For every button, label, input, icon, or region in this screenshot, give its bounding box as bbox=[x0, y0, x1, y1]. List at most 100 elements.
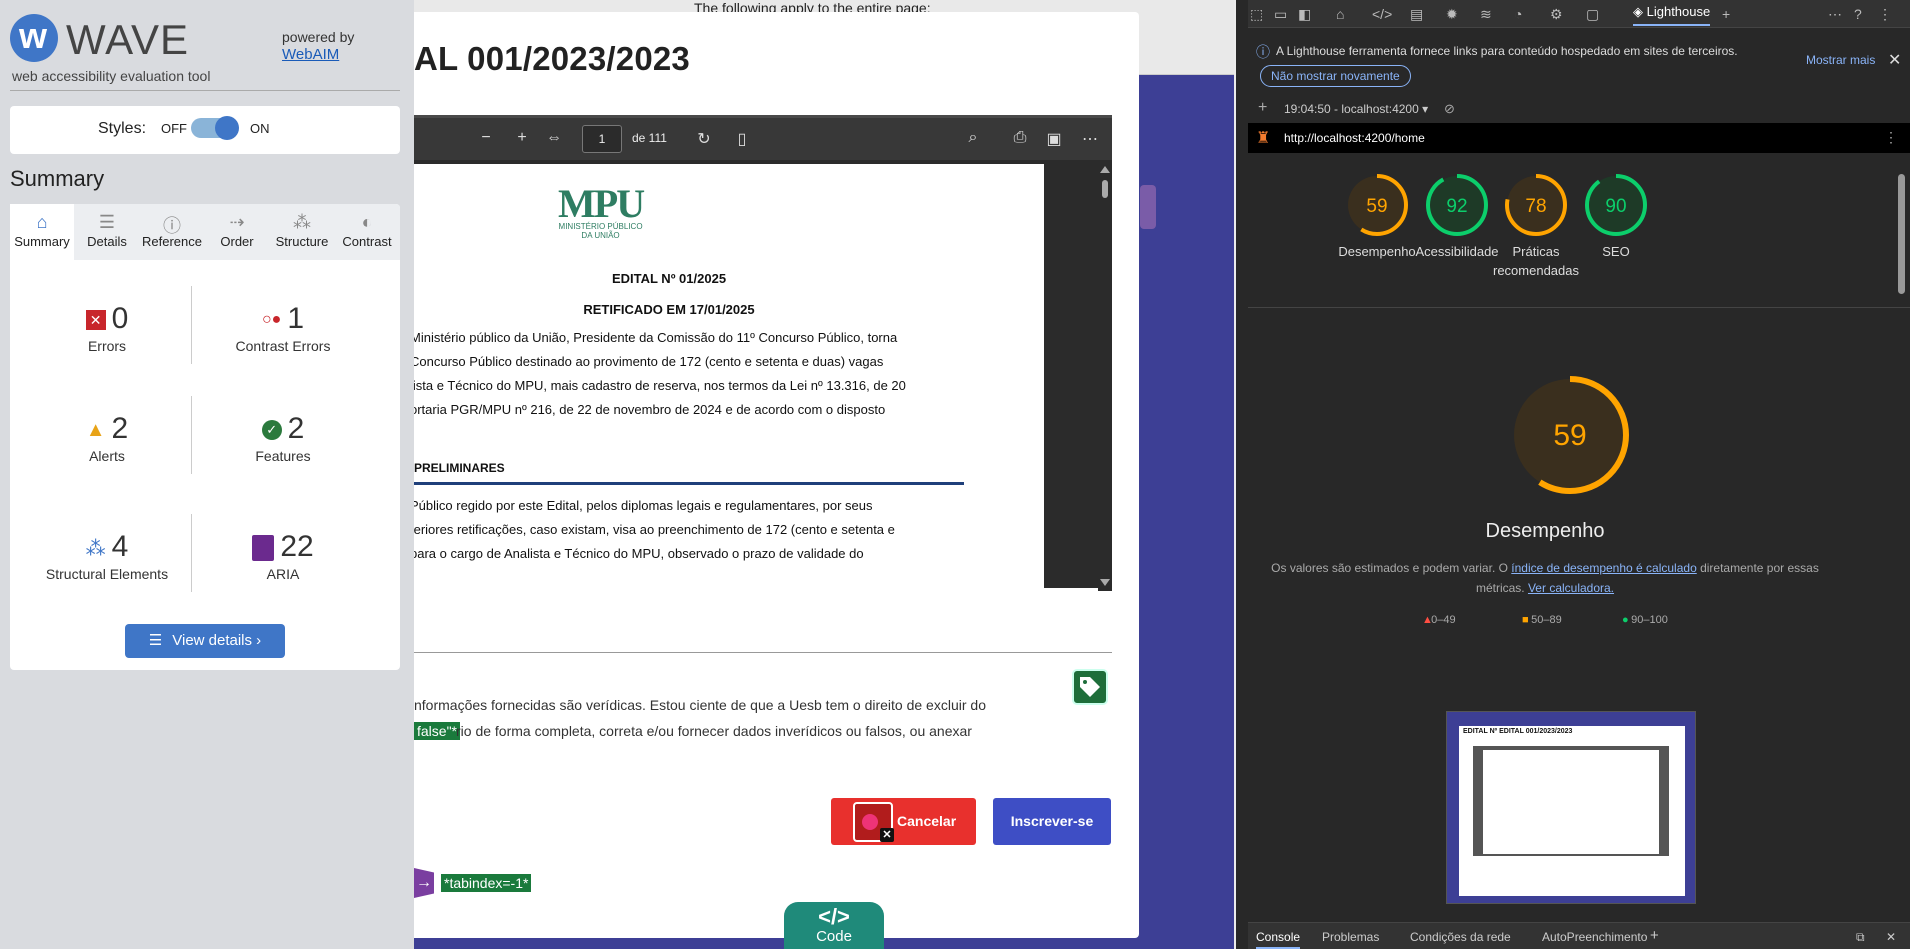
styles-toggle-box: Styles: OFF ON bbox=[10, 106, 400, 154]
tab-structure[interactable]: ⁂ Structure bbox=[270, 204, 334, 260]
save-icon[interactable]: ▣ bbox=[1044, 129, 1064, 149]
tab-autofill[interactable]: AutoPreenchimento bbox=[1542, 930, 1647, 944]
page-screenshot[interactable]: EDITAL Nº EDITAL 001/2023/2023 bbox=[1446, 711, 1696, 904]
more-options-icon[interactable]: ⋯ bbox=[1080, 129, 1100, 149]
wave-false-badge: false"* bbox=[414, 722, 460, 740]
score-value: 92 bbox=[1446, 196, 1467, 217]
wave-title: WAVE bbox=[66, 16, 190, 63]
pdf-paragraph-line: lista e Técnico do MPU, mais cadastro de… bbox=[414, 378, 906, 393]
order-icon: ⇢ bbox=[229, 212, 245, 232]
print-icon[interactable]: ⎙ bbox=[1010, 129, 1030, 147]
stat-errors[interactable]: ✕ 0 Errors bbox=[22, 302, 192, 354]
close-icon[interactable]: ✕ bbox=[1886, 930, 1896, 944]
network-icon[interactable]: ≋ bbox=[1480, 6, 1492, 23]
wave-tabindex-badge: *tabindex=-1* bbox=[441, 874, 532, 892]
pdf-scrollbar[interactable] bbox=[1098, 164, 1112, 591]
devtools-panel: ⬚ ▭ ◧ ⌂ </> ▤ ✹ ≋ ◔ ⚙ ▢ ◈ Lighthouse + ⋯… bbox=[1236, 0, 1910, 949]
view-details-button[interactable]: ☰ View details › bbox=[125, 624, 285, 658]
undock-icon[interactable]: ⧉ bbox=[1856, 930, 1865, 945]
page-view-icon[interactable]: ▯ bbox=[732, 129, 752, 149]
close-icon: ✕ bbox=[880, 828, 894, 842]
tag-icon[interactable] bbox=[1072, 669, 1108, 705]
score-gauge[interactable]: 78 Práticas recomendadas bbox=[1493, 172, 1579, 280]
stat-structural-elements[interactable]: ⁂ 4 Structural Elements bbox=[22, 530, 192, 582]
tab-reference[interactable]: ⓘ Reference bbox=[140, 204, 204, 260]
rotate-icon[interactable]: ↻ bbox=[694, 129, 714, 149]
score-gauge[interactable]: 90 SEO bbox=[1583, 172, 1649, 261]
pdf-section-title: PRELIMINARES bbox=[414, 461, 505, 475]
big-gauge-label: Desempenho bbox=[1485, 520, 1605, 542]
devtools-scrollbar[interactable] bbox=[1894, 158, 1910, 918]
lighthouse-icon: ◈ bbox=[1633, 4, 1647, 19]
pdf-paragraph-line: ortaria PGR/MPU nº 216, de 22 de novembr… bbox=[414, 402, 886, 417]
close-icon[interactable]: ✕ bbox=[1888, 50, 1901, 70]
tab-console[interactable]: Console bbox=[1256, 930, 1301, 949]
stat-features[interactable]: ✓ 2 Features bbox=[198, 412, 368, 464]
wave-subtitle: web accessibility evaluation tool bbox=[12, 68, 211, 84]
menu-icon[interactable]: ⋮ bbox=[1884, 129, 1898, 146]
summary-heading: Summary bbox=[10, 166, 105, 191]
scroll-thumb[interactable] bbox=[1102, 180, 1108, 198]
tab-lighthouse[interactable]: ◈ Lighthouse bbox=[1633, 4, 1711, 26]
application-icon[interactable]: ▢ bbox=[1586, 6, 1599, 23]
styles-label: Styles: bbox=[98, 120, 147, 137]
info-text: A Lighthouse ferramenta fornece links pa… bbox=[1276, 44, 1738, 58]
pdf-divider bbox=[414, 482, 964, 485]
tab-summary[interactable]: ⌂ Summary bbox=[10, 204, 74, 260]
report-select[interactable]: 19:04:50 - localhost:4200 ▾ bbox=[1284, 102, 1428, 116]
add-tab-icon[interactable]: + bbox=[1722, 6, 1730, 22]
dont-show-again-button[interactable]: Não mostrar novamente bbox=[1260, 65, 1411, 87]
tab-network-conditions[interactable]: Condições da rede bbox=[1410, 930, 1511, 944]
circle-icon: ● bbox=[1622, 614, 1629, 626]
styles-toggle[interactable] bbox=[191, 116, 239, 140]
clear-icon[interactable]: ⊘ bbox=[1444, 101, 1455, 117]
calculator-link[interactable]: Ver calculadora. bbox=[1528, 581, 1614, 595]
cancel-button[interactable]: ✕ Cancelar bbox=[831, 798, 976, 845]
score-gauge[interactable]: 59 Desempenho bbox=[1338, 172, 1416, 261]
stat-aria[interactable]: 22 ARIA bbox=[198, 530, 368, 582]
add-report-icon[interactable]: + bbox=[1258, 99, 1267, 117]
pdf-page-input[interactable]: 1 bbox=[582, 125, 622, 153]
stat-contrast-errors[interactable]: ○● 1 Contrast Errors bbox=[198, 302, 368, 354]
tab-details[interactable]: ☰ Details bbox=[75, 204, 139, 260]
pdf-viewer[interactable]: − + ⇔ 1 de 111 ↻ ▯ ⌕ ⎙ ▣ ⋯ MPU MINISTÉRI… bbox=[414, 115, 1112, 591]
report-selector: + 19:04:50 - localhost:4200 ▾ ⊘ bbox=[1248, 98, 1910, 122]
add-tab-icon[interactable]: + bbox=[1650, 927, 1659, 944]
performance-icon[interactable]: ◔ bbox=[1514, 6, 1522, 22]
help-icon[interactable]: ? bbox=[1854, 6, 1862, 22]
scroll-up-icon[interactable] bbox=[1100, 166, 1110, 173]
list-icon: ☰ bbox=[148, 632, 163, 649]
tab-problems[interactable]: Problemas bbox=[1322, 930, 1379, 944]
zoom-out-icon[interactable]: − bbox=[476, 129, 496, 147]
dock-icon[interactable]: ◧ bbox=[1298, 6, 1311, 23]
elements-icon[interactable]: </> bbox=[1372, 6, 1392, 22]
console-icon[interactable]: ▤ bbox=[1410, 6, 1423, 23]
wave-panel: WAVE web accessibility evaluation tool p… bbox=[0, 0, 414, 949]
code-button[interactable]: </> Code bbox=[784, 902, 884, 949]
report-url[interactable]: http://localhost:4200/home bbox=[1284, 131, 1425, 145]
inspect-icon[interactable]: ⬚ bbox=[1250, 6, 1263, 23]
webaim-link[interactable]: WebAIM bbox=[282, 46, 339, 63]
device-toolbar-icon[interactable]: ▭ bbox=[1274, 6, 1287, 23]
search-icon[interactable]: ⌕ bbox=[963, 129, 983, 147]
submit-button[interactable]: Inscrever-se bbox=[993, 798, 1111, 845]
menu-icon[interactable]: ⋮ bbox=[1878, 6, 1892, 23]
show-more-link[interactable]: Mostrar mais bbox=[1806, 53, 1875, 67]
stat-alerts[interactable]: ▲ 2 Alerts bbox=[22, 412, 192, 464]
scroll-thumb[interactable] bbox=[1898, 174, 1905, 294]
fit-width-icon[interactable]: ⇔ bbox=[544, 129, 564, 147]
home-icon: ⌂ bbox=[36, 212, 48, 232]
more-tools-icon[interactable]: ⋯ bbox=[1828, 6, 1842, 23]
error-icon: ✕ bbox=[85, 310, 106, 331]
score-description: Os valores são estimados e podem variar.… bbox=[1271, 561, 1819, 595]
welcome-icon[interactable]: ⌂ bbox=[1336, 6, 1344, 22]
scroll-down-icon[interactable] bbox=[1100, 579, 1110, 586]
score-calc-link[interactable]: índice de desempenho é calculado bbox=[1511, 561, 1696, 575]
pdf-paragraph-line: Concurso Público destinado ao provimento… bbox=[414, 354, 884, 369]
wave-overlay-icon[interactable] bbox=[1140, 185, 1156, 229]
sources-icon[interactable]: ✹ bbox=[1446, 6, 1458, 23]
zoom-in-icon[interactable]: + bbox=[512, 129, 532, 147]
settings-icon[interactable]: ⚙ bbox=[1550, 6, 1563, 23]
tab-contrast[interactable]: ◐ Contrast bbox=[335, 204, 399, 260]
tab-order[interactable]: ⇢ Order bbox=[205, 204, 269, 260]
